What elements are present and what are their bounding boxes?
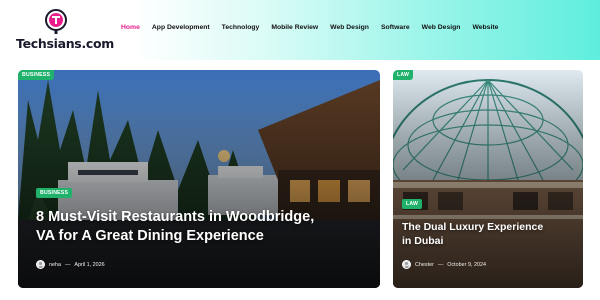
nav-item-web-design[interactable]: Web Design — [330, 23, 369, 35]
nav-item-web-design-2[interactable]: Web Design — [422, 23, 461, 35]
nav-item-mobile-review[interactable]: Mobile Review — [271, 23, 318, 35]
post-meta: Chester — October 9, 2024 — [402, 260, 486, 269]
site-logo[interactable]: Techsians.com — [16, 6, 114, 54]
author-name[interactable]: Chester — [415, 262, 434, 268]
restaurant-marina-photo — [18, 70, 380, 288]
dubai-mall-dome-photo — [393, 70, 583, 288]
main-nav: Home App Development Technology Mobile R… — [121, 23, 498, 35]
magnifier-logo-icon — [45, 9, 67, 34]
nav-item-software[interactable]: Software — [381, 23, 410, 35]
site-header: Techsians.com Home App Development Techn… — [0, 0, 600, 60]
nav-item-website[interactable]: Website — [472, 23, 498, 35]
post-date: October 9, 2024 — [447, 261, 486, 268]
author-name[interactable]: neha — [49, 262, 61, 268]
featured-post-card[interactable]: BUSINESS BUSINESS 8 Must-Visit Restauran… — [18, 70, 380, 288]
category-badge[interactable]: BUSINESS — [36, 188, 73, 198]
nav-item-app-development[interactable]: App Development — [152, 23, 210, 35]
post-title[interactable]: 8 Must-Visit Restaurants in Woodbridge, … — [36, 208, 326, 246]
author-avatar — [36, 260, 45, 269]
post-meta: neha — April 1, 2026 — [36, 260, 105, 269]
meta-separator: — — [65, 261, 71, 268]
featured-post-card[interactable]: LAW LAW The Dual Luxury Experience in Du… — [393, 70, 583, 288]
nav-item-home[interactable]: Home — [121, 23, 140, 35]
meta-separator: — — [437, 261, 444, 268]
post-date: April 1, 2026 — [74, 261, 105, 268]
category-badge[interactable]: LAW — [402, 199, 423, 209]
nav-item-technology[interactable]: Technology — [222, 23, 260, 35]
category-badge-top[interactable]: BUSINESS — [18, 70, 55, 80]
post-title[interactable]: The Dual Luxury Experience in Dubai — [402, 220, 552, 248]
author-avatar — [402, 260, 411, 269]
category-badge-top[interactable]: LAW — [393, 70, 414, 80]
logo-wordmark: Techsians.com — [16, 36, 115, 51]
